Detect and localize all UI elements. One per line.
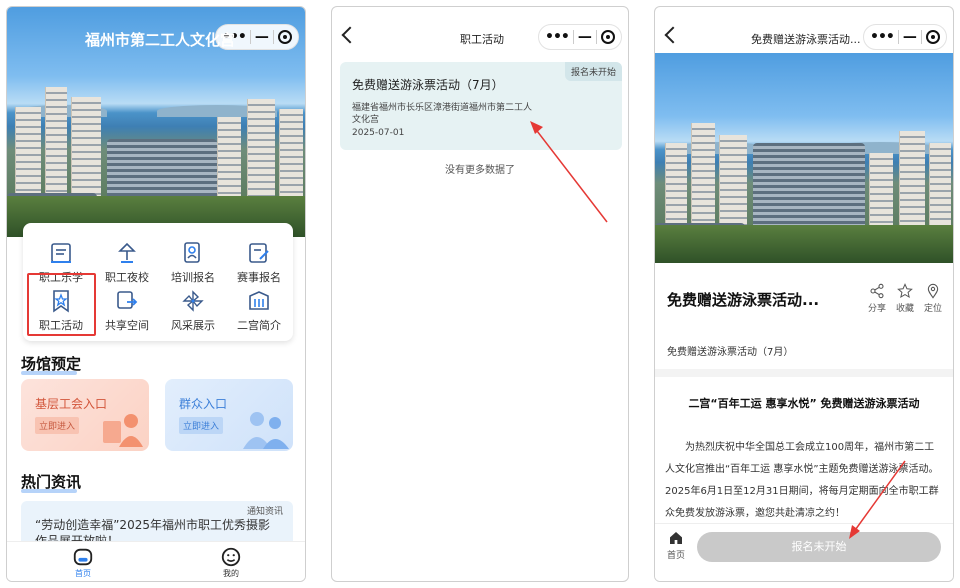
tab-label: 首页 xyxy=(75,569,91,578)
minimize-icon[interactable]: — xyxy=(578,29,592,45)
tab-bar: 首页 我的 xyxy=(7,541,305,581)
activity-title: 免费赠送游泳票活动（7月） xyxy=(352,78,504,92)
activity-date: 2025-07-01 xyxy=(352,128,405,138)
highlight-box xyxy=(27,273,96,336)
home-icon xyxy=(73,548,93,566)
page-title: 免费赠送游泳票活动... xyxy=(751,33,861,46)
location-button[interactable]: 定位 xyxy=(919,283,947,314)
article-heading: 二宫“百年工运 惠享水悦” 免费赠送游泳票活动 xyxy=(688,397,920,410)
entry-title: 群众入口 xyxy=(179,397,228,411)
grid-item-intro[interactable]: 二宫简介 xyxy=(227,289,291,333)
public-entry-card[interactable]: 群众入口 立即进入 xyxy=(165,379,293,451)
grid-item-training-signup[interactable]: 培训报名 xyxy=(161,241,225,285)
status-badge: 报名未开始 xyxy=(564,62,622,81)
city-banner-image xyxy=(655,53,953,263)
star-icon xyxy=(897,283,913,299)
bottom-action-bar: 首页 报名未开始 xyxy=(655,523,953,581)
news-tag: 通知资讯 xyxy=(246,507,283,517)
minimize-icon[interactable]: — xyxy=(903,29,917,45)
union-illustration xyxy=(103,414,143,447)
action-label: 收藏 xyxy=(895,304,914,314)
more-icon[interactable]: ••• xyxy=(870,29,895,45)
grid-item-label: 二宫简介 xyxy=(237,319,281,332)
action-label: 分享 xyxy=(867,304,886,314)
news-section-title: 热门资讯 xyxy=(21,473,82,493)
more-icon[interactable]: ••• xyxy=(545,29,570,45)
activity-title: 免费赠送游泳票活动... xyxy=(667,291,820,309)
training-doc-icon xyxy=(181,241,205,265)
grid-item-label: 共享空间 xyxy=(105,319,149,332)
divider xyxy=(655,369,953,377)
signup-button[interactable]: 报名未开始 xyxy=(697,532,941,562)
grid-item-label: 培训报名 xyxy=(171,271,215,284)
back-icon[interactable] xyxy=(664,26,682,44)
edit-form-icon xyxy=(247,241,271,265)
page-title: 职工活动 xyxy=(460,33,504,46)
activity-card[interactable]: 免费赠送游泳票活动（7月） 报名未开始 福建省福州市长乐区漳港街道福州市第二工人… xyxy=(340,62,622,150)
tab-label: 我的 xyxy=(223,569,239,578)
close-circle-icon[interactable] xyxy=(277,30,292,44)
favorite-button[interactable]: 收藏 xyxy=(891,283,919,314)
lamp-icon xyxy=(115,241,139,265)
building-icon xyxy=(247,289,271,313)
activity-address: 福建省福州市长乐区漳港街道福州市第二工人文化宫 xyxy=(352,103,533,125)
minimize-icon[interactable]: — xyxy=(255,29,269,45)
grid-item-label: 风采展示 xyxy=(171,319,215,332)
back-icon[interactable] xyxy=(341,26,359,44)
location-icon xyxy=(927,283,939,299)
pinwheel-icon xyxy=(181,289,205,313)
activities-list-screen: 职工活动 ••• — 免费赠送游泳票活动（7月） 报名未开始 福建省福州市长乐区… xyxy=(331,6,629,582)
share-button[interactable]: 分享 xyxy=(863,283,891,314)
close-circle-icon[interactable] xyxy=(600,30,615,44)
activity-subtitle: 免费赠送游泳票活动（7月） xyxy=(667,347,794,358)
home-button[interactable]: 首页 xyxy=(665,530,687,561)
miniprogram-capsule[interactable]: ••• — xyxy=(863,24,947,50)
article-body: 为热烈庆祝中华全国总工会成立100周年，福州市第二工人文化宫推出“百年工运 惠享… xyxy=(665,442,939,519)
no-more-data-text: 没有更多数据了 xyxy=(445,165,515,176)
share-icon xyxy=(870,283,884,299)
venue-section-title: 场馆预定 xyxy=(21,355,82,375)
miniprogram-capsule[interactable]: ••• — xyxy=(538,24,622,50)
tab-home[interactable]: 首页 xyxy=(63,546,103,579)
grid-item-label: 职工夜校 xyxy=(105,271,149,284)
book-icon xyxy=(49,241,73,265)
action-label: 定位 xyxy=(923,304,942,314)
entry-title: 基层工会入口 xyxy=(35,397,108,411)
grid-item-showcase[interactable]: 风采展示 xyxy=(161,289,225,333)
share-space-icon xyxy=(115,289,139,313)
grid-item-night-school[interactable]: 职工夜校 xyxy=(95,241,159,285)
page-title: 福州市第二工人文化宫 xyxy=(85,31,236,49)
home-label: 首页 xyxy=(666,551,685,561)
grid-item-label: 赛事报名 xyxy=(237,271,281,284)
activity-detail-screen: 免费赠送游泳票活动... ••• — 免费赠送游泳票活动... 分享 收藏 定位… xyxy=(654,6,954,582)
enter-button[interactable]: 立即进入 xyxy=(179,417,224,434)
grid-item-event-signup[interactable]: 赛事报名 xyxy=(227,241,291,285)
close-circle-icon[interactable] xyxy=(925,30,940,44)
grid-item-shared-space[interactable]: 共享空间 xyxy=(95,289,159,333)
union-entry-card[interactable]: 基层工会入口 立即进入 xyxy=(21,379,149,451)
home-icon xyxy=(670,532,682,544)
tab-mine[interactable]: 我的 xyxy=(211,546,251,579)
home-screen: 福州市第二工人文化宫 ••• — 职工乐学 职工夜校 培训报名 赛事报名 职工活… xyxy=(6,6,306,582)
enter-button[interactable]: 立即进入 xyxy=(35,417,80,434)
crowd-illustration xyxy=(243,412,289,449)
smile-icon xyxy=(221,547,241,567)
